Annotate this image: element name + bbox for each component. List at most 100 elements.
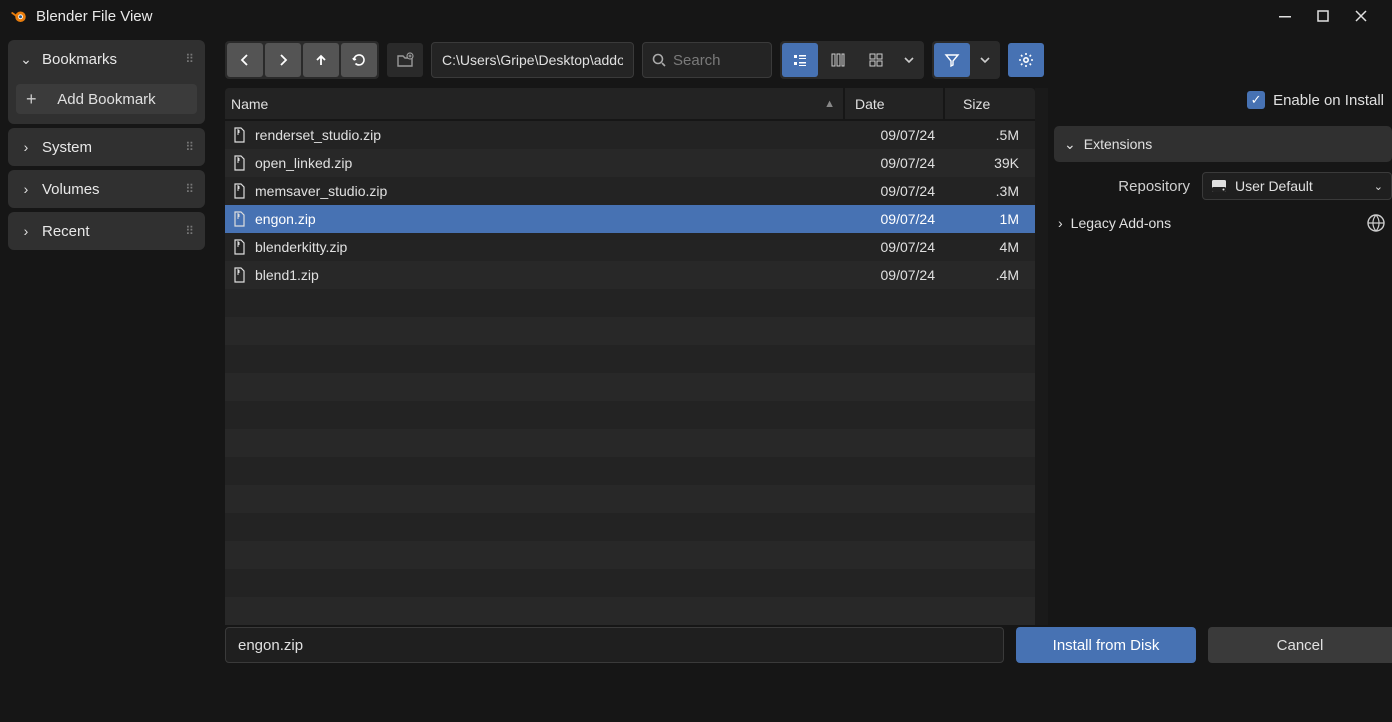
- empty-row: [225, 457, 1035, 485]
- extensions-header[interactable]: ⌄ Extensions: [1054, 126, 1392, 162]
- file-size: .3M: [945, 183, 1035, 199]
- repository-value: User Default: [1235, 178, 1366, 194]
- bookmarks-header[interactable]: ⌄ Bookmarks ⠿: [8, 40, 205, 78]
- search-box[interactable]: [642, 42, 772, 78]
- enable-on-install-label: Enable on Install: [1273, 92, 1384, 109]
- disk-icon: [1211, 179, 1227, 193]
- column-size[interactable]: Size: [945, 88, 1035, 119]
- file-date: 09/07/24: [845, 239, 945, 255]
- legacy-addons-label: Legacy Add-ons: [1071, 215, 1171, 231]
- file-row[interactable]: renderset_studio.zip 09/07/24.5M: [225, 121, 1035, 149]
- new-folder-button[interactable]: [387, 43, 423, 77]
- filter-group: [932, 41, 1000, 79]
- volumes-section[interactable]: › Volumes ⠿: [8, 170, 205, 208]
- sidebar: ⌄ Bookmarks ⠿ + Add Bookmark › System ⠿ ›…: [0, 32, 213, 722]
- options-panel: ✓ Enable on Install ⌄ Extensions Reposit…: [1048, 32, 1392, 625]
- file-date: 09/07/24: [845, 127, 945, 143]
- file-name: renderset_studio.zip: [255, 127, 381, 143]
- maximize-button[interactable]: [1316, 9, 1330, 23]
- drag-handle-icon[interactable]: ⠿: [185, 182, 195, 196]
- view-grid-button[interactable]: [858, 43, 894, 77]
- file-name: blend1.zip: [255, 267, 319, 283]
- empty-row: [225, 429, 1035, 457]
- extensions-label: Extensions: [1084, 136, 1152, 152]
- empty-row: [225, 317, 1035, 345]
- file-date: 09/07/24: [845, 155, 945, 171]
- empty-row: [225, 485, 1035, 513]
- file-row[interactable]: blend1.zip09/07/24.4M: [225, 261, 1035, 289]
- filter-menu-button[interactable]: [972, 43, 998, 77]
- file-size: 1M: [945, 211, 1035, 227]
- column-name[interactable]: Name▲: [225, 88, 845, 119]
- chevron-right-icon: ›: [18, 181, 34, 197]
- file-row[interactable]: blenderkitty.zip 09/07/244M: [225, 233, 1035, 261]
- view-list-button[interactable]: [782, 43, 818, 77]
- file-row[interactable]: memsaver_studio.zip09/07/24.3M: [225, 177, 1035, 205]
- titlebar: Blender File View: [0, 0, 1392, 32]
- back-button[interactable]: [227, 43, 263, 77]
- recent-section[interactable]: › Recent ⠿: [8, 212, 205, 250]
- file-size: .5M: [945, 127, 1035, 143]
- chevron-right-icon: ›: [1058, 215, 1063, 231]
- scrollbar[interactable]: [1035, 88, 1048, 625]
- repository-select[interactable]: User Default ⌄: [1202, 172, 1392, 200]
- blender-logo-icon: [10, 7, 28, 25]
- chevron-right-icon: ›: [18, 139, 34, 155]
- legacy-addons-row[interactable]: › Legacy Add-ons: [1054, 206, 1392, 240]
- add-bookmark-button[interactable]: + Add Bookmark: [16, 84, 197, 114]
- bookmarks-title: Bookmarks: [42, 51, 117, 68]
- cancel-button[interactable]: Cancel: [1208, 627, 1392, 663]
- close-button[interactable]: [1354, 9, 1368, 23]
- forward-button[interactable]: [265, 43, 301, 77]
- filename-input[interactable]: [225, 627, 1004, 663]
- volumes-title: Volumes: [42, 181, 100, 198]
- zip-file-icon: [231, 211, 249, 227]
- file-list-header: Name▲ Date Size: [225, 88, 1035, 121]
- viewmode-group: [780, 41, 924, 79]
- filter-button[interactable]: [934, 43, 970, 77]
- file-name: open_linked.zip: [255, 155, 352, 171]
- empty-row: [225, 289, 1035, 317]
- recent-title: Recent: [42, 223, 90, 240]
- drag-handle-icon[interactable]: ⠿: [185, 224, 195, 238]
- sort-asc-icon: ▲: [824, 98, 835, 110]
- path-input[interactable]: [431, 42, 634, 78]
- parent-dir-button[interactable]: [303, 43, 339, 77]
- chevron-down-icon: ⌄: [1064, 136, 1076, 153]
- drag-handle-icon[interactable]: ⠿: [185, 140, 195, 154]
- chevron-down-icon: ⌄: [1374, 180, 1383, 193]
- search-input[interactable]: [673, 52, 753, 69]
- file-size: 4M: [945, 239, 1035, 255]
- file-size: .4M: [945, 267, 1035, 283]
- system-section[interactable]: › System ⠿: [8, 128, 205, 166]
- empty-row: [225, 401, 1035, 429]
- checkbox-checked-icon[interactable]: ✓: [1247, 91, 1265, 109]
- globe-icon[interactable]: [1366, 213, 1386, 233]
- column-date[interactable]: Date: [845, 88, 945, 119]
- empty-row: [225, 345, 1035, 373]
- install-button[interactable]: Install from Disk: [1016, 627, 1196, 663]
- chevron-down-icon: ⌄: [18, 51, 34, 68]
- plus-icon: +: [26, 89, 37, 110]
- enable-on-install-row[interactable]: ✓ Enable on Install: [1054, 84, 1392, 116]
- file-name: blenderkitty.zip: [255, 239, 347, 255]
- viewmode-menu-button[interactable]: [896, 43, 922, 77]
- file-row[interactable]: engon.zip09/07/241M: [225, 205, 1035, 233]
- settings-button[interactable]: [1008, 43, 1044, 77]
- file-date: 09/07/24: [845, 183, 945, 199]
- chevron-right-icon: ›: [18, 223, 34, 239]
- system-title: System: [42, 139, 92, 156]
- add-bookmark-label: Add Bookmark: [57, 91, 155, 108]
- repository-label: Repository: [1118, 178, 1190, 195]
- empty-row: [225, 541, 1035, 569]
- repository-row: Repository User Default ⌄: [1054, 170, 1392, 202]
- drag-handle-icon[interactable]: ⠿: [185, 52, 195, 66]
- refresh-button[interactable]: [341, 43, 377, 77]
- view-columns-button[interactable]: [820, 43, 856, 77]
- search-icon: [651, 52, 667, 68]
- zip-file-icon: [231, 183, 249, 199]
- empty-row: [225, 513, 1035, 541]
- minimize-button[interactable]: [1278, 9, 1292, 23]
- window-controls: [1278, 9, 1382, 23]
- file-row[interactable]: open_linked.zip09/07/2439K: [225, 149, 1035, 177]
